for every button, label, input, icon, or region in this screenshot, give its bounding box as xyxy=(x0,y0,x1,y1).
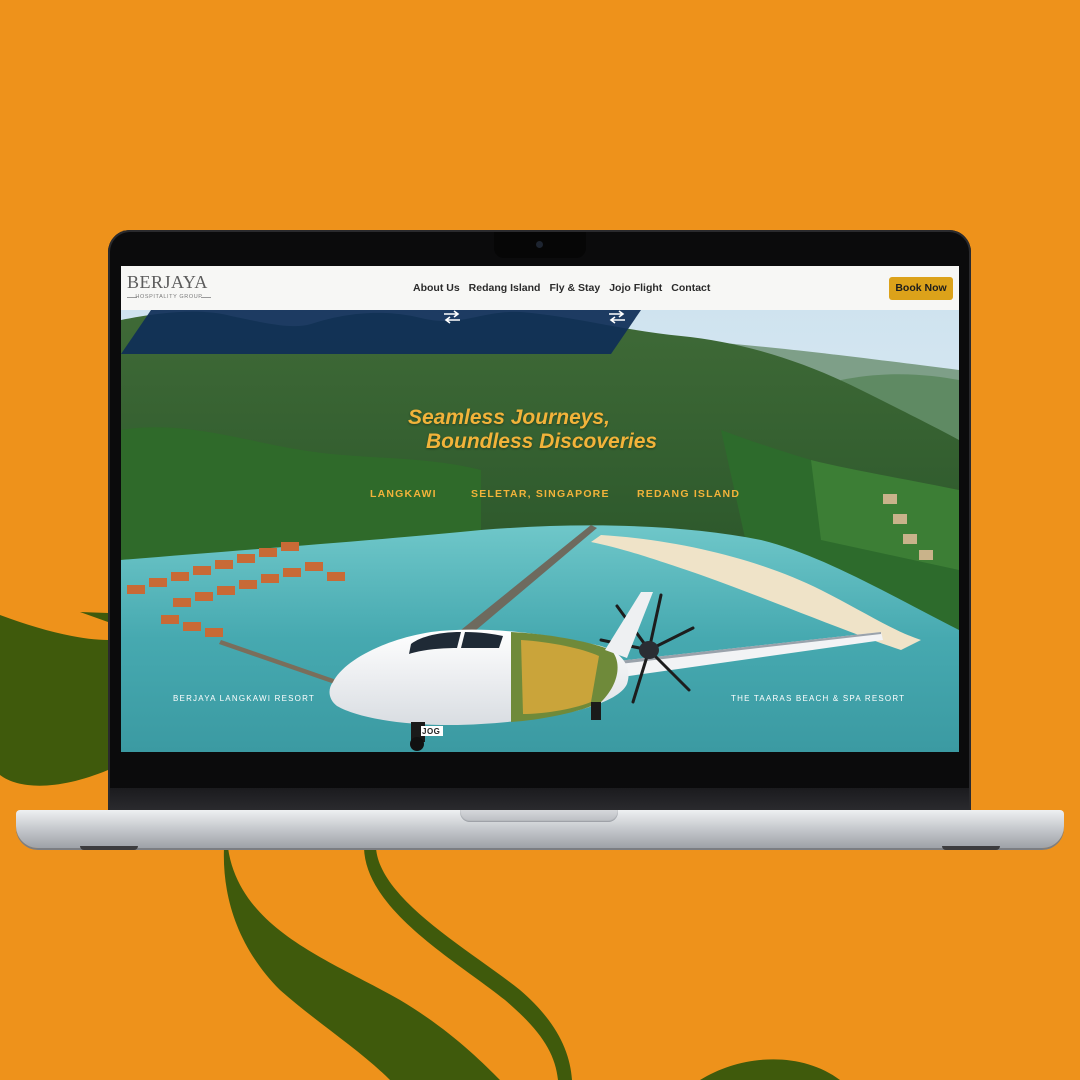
brand-name: BERJAYA xyxy=(127,272,208,292)
nav-item-about-us[interactable]: About Us xyxy=(413,282,460,294)
hero-headline-line1: Seamless Journeys, xyxy=(408,406,610,429)
book-now-button[interactable]: Book Now xyxy=(889,277,953,300)
brand-logo[interactable]: BERJAYA HOSPITALITY GROUP xyxy=(127,272,211,304)
brand-tagline: HOSPITALITY GROUP xyxy=(135,294,203,300)
laptop-bezel-bottom xyxy=(110,788,969,812)
nav-item-jojo-flight[interactable]: Jojo Flight xyxy=(609,282,662,294)
nav-item-contact[interactable]: Contact xyxy=(671,282,710,294)
nav-item-redang-island[interactable]: Redang Island xyxy=(469,282,541,294)
camera-icon xyxy=(536,241,543,248)
main-nav: About Us Redang Island Fly & Stay Jojo F… xyxy=(413,282,710,294)
hero-image xyxy=(121,310,959,752)
route-stop-seletar: SELETAR, SINGAPORE xyxy=(471,488,610,500)
laptop-foot xyxy=(80,846,138,850)
site-header: BERJAYA HOSPITALITY GROUP About Us Redan… xyxy=(121,266,959,311)
resort-label-taaras: THE TAARAS BEACH & SPA RESORT xyxy=(731,694,906,703)
nav-item-fly-and-stay[interactable]: Fly & Stay xyxy=(549,282,600,294)
aircraft-registration: JOG xyxy=(422,727,441,736)
swap-arrows-icon xyxy=(609,310,625,324)
hero-headline-line2: Boundless Discoveries xyxy=(426,430,658,453)
logo-divider xyxy=(201,297,211,298)
laptop-opening-notch xyxy=(460,810,618,822)
swap-arrows-icon xyxy=(444,310,460,324)
laptop-foot xyxy=(942,846,1000,850)
resort-label-langkawi: BERJAYA LANGKAWI RESORT xyxy=(173,694,315,703)
route-stop-redang: REDANG ISLAND xyxy=(637,488,741,500)
hero-section: Seamless Journeys, Boundless Discoveries… xyxy=(121,310,959,752)
route-stop-langkawi: LANGKAWI xyxy=(370,488,437,500)
browser-screen: BERJAYA HOSPITALITY GROUP About Us Redan… xyxy=(121,266,959,752)
route-banner xyxy=(121,310,641,354)
